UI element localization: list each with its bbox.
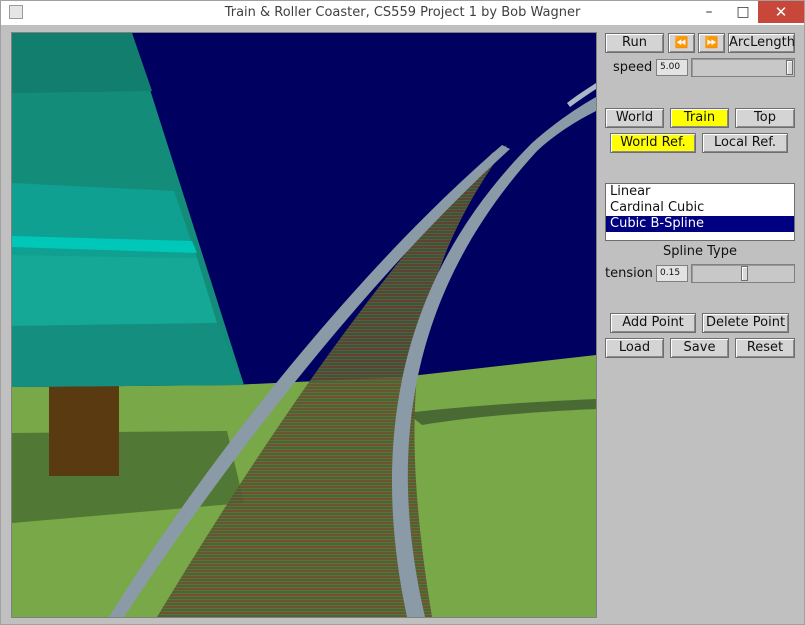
close-icon[interactable]: ✕ — [758, 1, 804, 23]
local-ref-button[interactable]: Local Ref. — [702, 133, 788, 153]
delete-point-button[interactable]: Delete Point — [702, 313, 789, 333]
speed-value: 5.00 — [656, 59, 688, 76]
minimize-icon[interactable]: – — [694, 1, 724, 23]
tension-slider-thumb[interactable] — [741, 266, 749, 281]
view-world-button[interactable]: World — [605, 108, 664, 128]
world-ref-button[interactable]: World Ref. — [610, 133, 696, 153]
load-button[interactable]: Load — [605, 338, 664, 358]
tree-trunk — [49, 381, 119, 476]
title-bar: Train & Roller Coaster, CS559 Project 1 … — [1, 1, 804, 25]
tree-tier-1 — [12, 33, 152, 93]
3d-viewport[interactable] — [11, 32, 597, 618]
speed-slider[interactable] — [691, 58, 795, 77]
list-item-cubic-b-spline[interactable]: Cubic B-Spline — [606, 216, 794, 232]
step-forward-icon[interactable]: ⏩ — [698, 33, 725, 53]
tree-tier-3 — [12, 255, 217, 326]
arclength-button[interactable]: ArcLength — [728, 33, 795, 53]
list-item-linear[interactable]: Linear — [606, 184, 794, 200]
list-item-cardinal-cubic[interactable]: Cardinal Cubic — [606, 200, 794, 216]
save-button[interactable]: Save — [670, 338, 729, 358]
tension-value: 0.15 — [656, 265, 688, 282]
tension-label: tension — [605, 266, 653, 281]
run-button[interactable]: Run — [605, 33, 664, 53]
window-title: Train & Roller Coaster, CS559 Project 1 … — [224, 5, 581, 20]
tension-slider[interactable] — [691, 264, 795, 283]
add-point-button[interactable]: Add Point — [610, 313, 696, 333]
scene-render — [12, 33, 596, 617]
speed-slider-thumb[interactable] — [786, 60, 793, 75]
spline-type-list[interactable]: Linear Cardinal Cubic Cubic B-Spline — [605, 183, 795, 241]
view-train-button[interactable]: Train — [670, 108, 729, 128]
maximize-icon[interactable]: □ — [728, 1, 758, 23]
app-window: Train & Roller Coaster, CS559 Project 1 … — [0, 0, 805, 625]
speed-label: speed — [613, 60, 653, 75]
step-back-icon[interactable]: ⏪ — [668, 33, 695, 53]
view-top-button[interactable]: Top — [735, 108, 795, 128]
spline-type-label: Spline Type — [663, 244, 737, 259]
reset-button[interactable]: Reset — [735, 338, 795, 358]
tree-tier-4 — [12, 323, 244, 387]
